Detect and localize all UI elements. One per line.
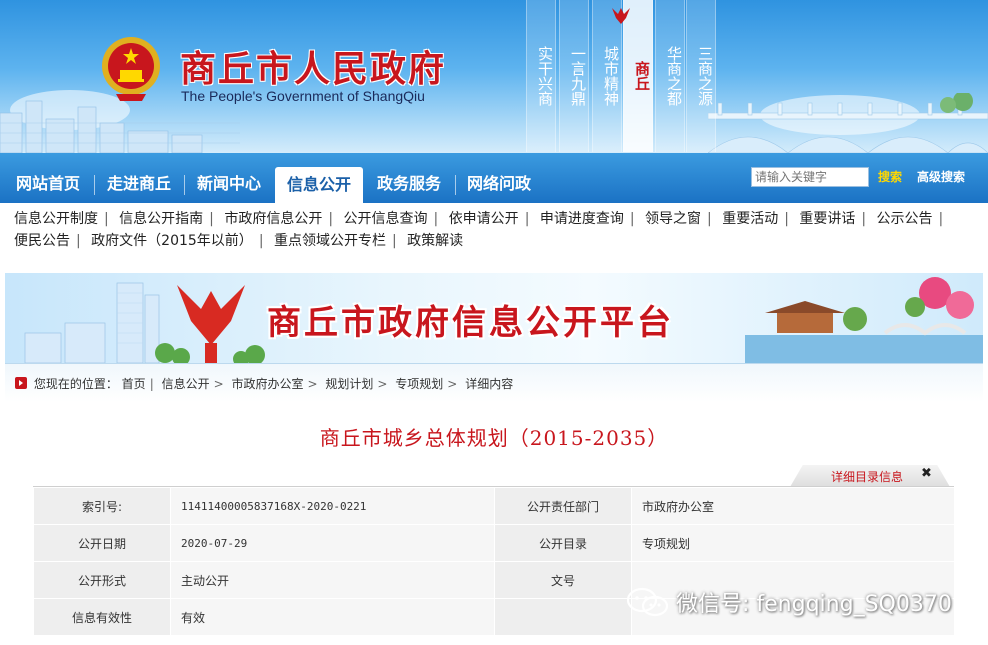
breadcrumb-separator: > [307,377,318,391]
table-row: 索引号: 11411400005837168X-2020-0221 公开责任部门… [33,487,955,525]
site-header: 商丘市人民政府 The People's Government of Shang… [0,0,988,153]
subnav-link[interactable]: 申请进度查询 [540,211,624,227]
publish-date-label: 公开日期 [33,524,171,562]
sub-nav-row: 信息公开制度 | 信息公开指南 | 市政府信息公开 | 公开信息查询 | 依申请公开 | … [14,208,974,230]
subnav-link[interactable]: 市政府信息公开 [224,211,322,227]
subnav-separator: | [938,211,944,227]
nav-divider [184,175,185,195]
nav-divider [455,175,456,195]
location-arrow-icon [15,377,27,389]
nav-info-disclosure[interactable]: 信息公开 [275,167,363,203]
index-number-value: 11411400005837168X-2020-0221 [170,487,495,525]
breadcrumb-separator: > [377,377,388,391]
document-number-label: 文号 [494,561,632,599]
wechat-icon [626,587,669,617]
subnav-separator: | [707,211,712,227]
breadcrumb-current: 详细内容 [465,377,514,391]
breadcrumb-prefix: 您现在的位置： [33,377,118,391]
sub-nav-row: 便民公告 | 政府文件（2015年以前） | 重点领域公开专栏 | 政策解读 [14,230,974,252]
breadcrumb-link[interactable]: 首页 [122,377,146,391]
subnav-link[interactable]: 重点领域公开专栏 [274,233,386,249]
document-title: 商丘市城乡总体规划（2015-2035） [319,426,669,450]
subnav-separator: | [524,211,530,227]
subnav-link[interactable]: 重要活动 [722,211,778,227]
empty-cell [494,598,632,636]
close-icon[interactable]: ✖ [921,466,932,481]
slogan-strip: 实干兴商 [526,0,556,152]
catalog-value: 专项规划 [631,524,955,562]
subnav-separator: | [209,211,214,227]
nav-online-inquiry[interactable]: 网络问政 [457,165,541,203]
validity-value: 有效 [170,598,495,636]
subnav-link[interactable]: 依申请公开 [449,211,519,227]
breadcrumb: 您现在的位置： 首页 | 信息公开 > 市政府办公室 > 规划计划 > 专项规划 > 详细… [15,375,513,392]
publish-date-value: 2020-07-29 [170,524,495,562]
breadcrumb-separator: | [149,377,154,391]
subnav-link[interactable]: 重要讲话 [799,211,855,227]
banner-title: 商丘市政府信息公开平台 [267,303,674,343]
subnav-link[interactable]: 信息公开制度 [14,211,98,227]
disclosure-form-label: 公开形式 [33,561,171,599]
nav-gov-services[interactable]: 政务服务 [366,165,452,203]
wechat-watermark: 微信号: fengqing_SQ0370 [626,586,952,618]
breadcrumb-separator: > [213,377,224,391]
national-emblem-icon [102,37,160,101]
search-input[interactable] [751,167,869,187]
slogan-strip-label: 商丘 [633,61,651,91]
subnav-link[interactable]: 信息公开指南 [119,211,203,227]
nav-divider [94,175,95,195]
detail-catalog-tab-label[interactable]: 详细目录信息 [831,468,903,485]
nav-news-center[interactable]: 新闻中心 [186,165,272,203]
subnav-link[interactable]: 便民公告 [14,233,70,249]
sub-nav: 信息公开制度 | 信息公开指南 | 市政府信息公开 | 公开信息查询 | 依申请公开 | … [14,208,974,252]
subnav-separator: | [391,233,397,249]
subnav-separator: | [861,211,867,227]
slogan-strip: 三商之源 [686,0,716,152]
subnav-separator: | [784,211,789,227]
index-number-label: 索引号: [33,487,171,525]
nav-about-shangqiu[interactable]: 走进商丘 [96,165,182,203]
breadcrumb-link[interactable]: 市政府办公室 [231,377,303,391]
slogan-strip-active: 商丘 [612,0,653,152]
platform-banner: 商丘市政府信息公开平台 [5,273,983,364]
subnav-separator: | [629,211,635,227]
catalog-label: 公开目录 [494,524,632,562]
subnav-separator: | [76,233,81,249]
subnav-link[interactable]: 公开信息查询 [344,211,428,227]
site-title: 商丘市人民政府 [180,48,447,90]
validity-label: 信息有效性 [33,598,171,636]
subnav-separator: | [258,233,264,249]
responsible-dept-label: 公开责任部门 [494,487,632,525]
breadcrumb-link[interactable]: 规划计划 [325,377,373,391]
advanced-search-link[interactable]: 高级搜索 [917,168,965,185]
subnav-separator: | [104,211,109,227]
slogan-strip: 一言九鼎 [559,0,589,152]
site-subtitle: The People's Government of ShangQiu [181,88,425,104]
disclosure-form-value: 主动公开 [170,561,495,599]
subnav-link[interactable]: 公示公告 [877,211,933,227]
nav-home[interactable]: 网站首页 [6,165,90,203]
search-button[interactable]: 搜索 [878,168,902,185]
breadcrumb-link[interactable]: 信息公开 [162,377,210,391]
breadcrumb-link[interactable]: 专项规划 [395,377,443,391]
table-row: 公开日期 2020-07-29 公开目录 专项规划 [33,524,955,562]
slogan-strip: 华商之都 [655,0,685,152]
subnav-link[interactable]: 领导之窗 [645,211,701,227]
responsible-dept-value: 市政府办公室 [631,487,955,525]
breadcrumb-separator: > [447,377,458,391]
subnav-link[interactable]: 政府文件（2015年以前） [91,233,253,249]
subnav-link[interactable]: 政策解读 [407,233,463,249]
bridge-illustration [708,93,988,153]
subnav-separator: | [328,211,334,227]
subnav-separator: | [433,211,439,227]
city-logo-icon [612,8,630,24]
watermark-text: 微信号: fengqing_SQ0370 [676,592,952,617]
